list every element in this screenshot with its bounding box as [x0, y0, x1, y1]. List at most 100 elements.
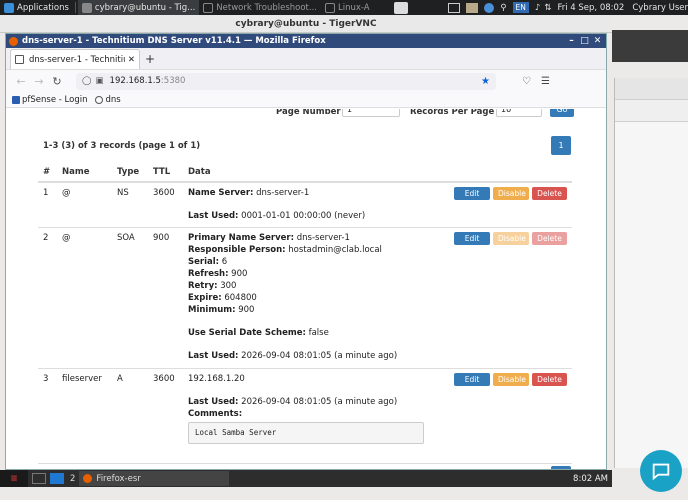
applications-icon: [4, 2, 14, 13]
globe-icon: [95, 95, 104, 104]
table-row: 3 fileserver A 3600 192.168.1.20 Last Us…: [38, 367, 572, 448]
taskbar-firefox[interactable]: Firefox-esr: [79, 471, 230, 486]
chat-button[interactable]: [640, 450, 682, 492]
record-number: 2: [38, 226, 57, 368]
vnc-tray-icon[interactable]: [394, 1, 409, 14]
field-label: Name Server:: [188, 188, 254, 198]
background-browser-window: [614, 78, 688, 468]
record-type: A: [112, 367, 148, 448]
disable-button: Disable: [493, 231, 529, 245]
clock[interactable]: Fri 4 Sep, 08:02: [557, 3, 624, 13]
back-button[interactable]: ←: [12, 75, 30, 88]
data-line: Last Used: 0001-01-01 00:00:00 (never): [188, 210, 444, 222]
files-icon[interactable]: [466, 2, 479, 13]
background-window-strip: [612, 30, 688, 62]
field-value: 900: [235, 304, 255, 315]
go-button[interactable]: Go: [550, 109, 574, 117]
firefox-icon: [83, 474, 93, 483]
url-bar[interactable]: ◯ ▣ 192.168.1.5:5380 ★: [76, 72, 496, 90]
field-label: Use Serial Date Scheme:: [188, 327, 306, 338]
pagination-page-1[interactable]: 1: [551, 136, 571, 155]
bookmark-dns[interactable]: dns: [95, 95, 121, 105]
volume-icon[interactable]: ♪: [535, 3, 540, 13]
tab-close-icon[interactable]: ✕: [128, 55, 135, 65]
background-window-tabbar: [615, 100, 688, 122]
table-row: 1 @ NS 3600 Name Server: dns-server-1 La…: [38, 181, 572, 227]
data-line: Primary Name Server: dns-server-1: [188, 232, 444, 244]
records-per-page-select[interactable]: 10: [496, 109, 542, 117]
edit-button[interactable]: Edit: [454, 231, 490, 245]
task-label: Network Troubleshoot...: [216, 2, 317, 13]
new-tab-button[interactable]: +: [140, 49, 160, 69]
bookmark-star-icon[interactable]: ★: [481, 76, 490, 87]
table-header-row: # Name Type TTL Data: [38, 162, 572, 183]
applications-menu[interactable]: Applications: [0, 0, 73, 15]
maximize-button[interactable]: □: [578, 34, 591, 48]
reload-button[interactable]: ↻: [48, 75, 66, 88]
field-value: dns-server-1: [294, 232, 350, 243]
panel-separator: [74, 2, 76, 13]
task-linux-a[interactable]: Linux-A: [321, 0, 374, 15]
disable-button[interactable]: Disable: [493, 372, 529, 386]
shield-icon[interactable]: ◯: [82, 76, 92, 86]
field-value: false: [305, 327, 329, 338]
field-label: Primary Name Server:: [188, 232, 295, 243]
url-host: 192.168.1.5: [109, 76, 161, 86]
field-value: dns-server-1: [253, 188, 310, 198]
start-menu-icon[interactable]: ≡: [0, 470, 28, 487]
data-line: Comments:: [188, 408, 444, 420]
record-data: Primary Name Server: dns-server-1 Respon…: [183, 226, 449, 368]
record-data: Name Server: dns-server-1 Last Used: 000…: [183, 181, 449, 227]
page-content: Page Number 1 Records Per Page 10 Go 1-3…: [6, 109, 606, 469]
bookmark-pfsense[interactable]: pfSense - Login: [12, 95, 87, 105]
bookmarks-toolbar: pfSense - Login dns: [6, 92, 606, 108]
edit-button[interactable]: Edit: [454, 372, 490, 386]
record-address: 192.168.1.20: [188, 373, 245, 384]
data-line: Last Used: 2026-09-04 08:01:05 (a minute…: [188, 396, 444, 408]
forward-button[interactable]: →: [30, 75, 48, 88]
delete-button[interactable]: Delete: [532, 372, 567, 386]
field-label: Last Used:: [188, 211, 239, 221]
tab-dns-server[interactable]: dns-server-1 - Technitium ✕: [10, 49, 140, 69]
field-label: Responsible Person:: [188, 244, 286, 255]
delete-button[interactable]: Delete: [532, 187, 567, 200]
task-vnc[interactable]: cybrary@ubuntu - Tig...: [77, 0, 200, 15]
record-data: 192.168.1.20 Last Used: 2026-09-04 08:01…: [183, 367, 449, 448]
browser-icon[interactable]: [484, 2, 495, 13]
terminal-icon[interactable]: [448, 2, 461, 13]
firefox-window: dns-server-1 - Technitium DNS Server v11…: [5, 33, 607, 470]
applications-label: Applications: [17, 2, 69, 13]
task-label: Linux-A: [337, 2, 370, 13]
close-button[interactable]: ✕: [591, 34, 604, 48]
workspace-1[interactable]: [32, 473, 46, 484]
field-label: Last Used:: [188, 350, 239, 361]
records-table: # Name Type TTL Data 1 @ NS 3600 Name Se…: [38, 162, 572, 448]
record-actions: Edit Disable Delete: [449, 226, 572, 368]
host-top-panel: Applications cybrary@ubuntu - Tig... Net…: [0, 0, 688, 15]
task-network-troubleshoot[interactable]: Network Troubleshoot...: [199, 0, 321, 15]
search-icon[interactable]: ⚲: [500, 3, 506, 13]
minimize-button[interactable]: –: [565, 34, 578, 48]
page-number-select[interactable]: 1: [342, 109, 400, 117]
record-ttl: 3600: [148, 181, 183, 227]
vnc-window-title: cybrary@ubuntu - TigerVNC: [0, 15, 612, 33]
disable-button[interactable]: Disable: [493, 187, 529, 200]
keyboard-layout-indicator[interactable]: EN: [512, 2, 529, 13]
data-line: Refresh: 900: [188, 268, 444, 280]
pager-controls: Page Number 1 Records Per Page 10 Go: [6, 109, 606, 119]
window-icon: [203, 2, 214, 13]
data-line: Last Used: 2026-09-04 08:01:05 (a minute…: [188, 350, 444, 362]
record-number: 1: [38, 181, 57, 227]
network-icon[interactable]: ⇅: [544, 3, 551, 13]
pocket-icon[interactable]: ♡: [522, 76, 531, 87]
workspace-2[interactable]: [50, 473, 64, 484]
data-line: Minimum: 900: [188, 304, 444, 316]
field-value: 2026-09-04 08:01:05 (a minute ago): [238, 396, 398, 407]
page-info-icon[interactable]: ▣: [96, 76, 104, 86]
user-menu[interactable]: Cybrary User: [632, 3, 688, 13]
edit-button[interactable]: Edit: [454, 187, 490, 200]
menu-icon[interactable]: ☰: [541, 76, 550, 87]
field-label: Refresh:: [188, 268, 229, 279]
field-value: 0001-01-01 00:00:00 (never): [238, 211, 366, 221]
column-header: TTL: [148, 162, 183, 183]
